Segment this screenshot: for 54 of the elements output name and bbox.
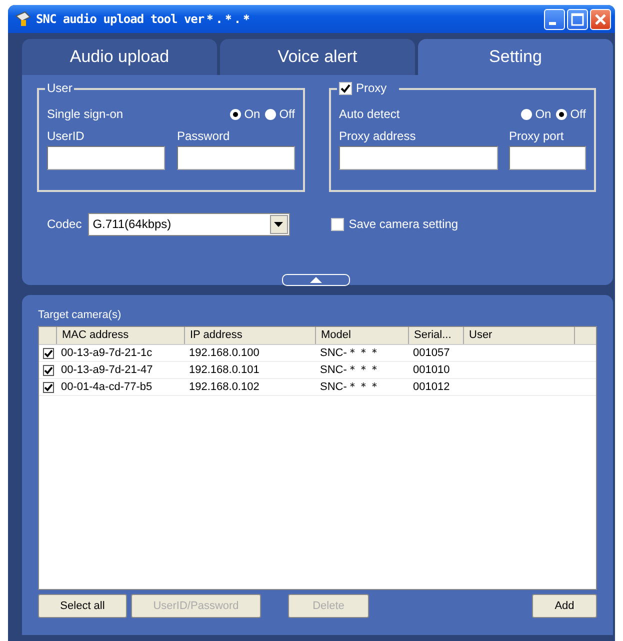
caret-icon [274, 222, 284, 226]
column-header[interactable]: Model [316, 327, 409, 344]
field-label: Auto detect [339, 107, 400, 121]
collapse-button[interactable] [282, 274, 350, 286]
field-label: UserID [47, 129, 86, 143]
column-header[interactable]: Serial... [409, 327, 464, 344]
section-label: Target camera(s) [38, 309, 122, 321]
userid-field[interactable] [47, 146, 165, 170]
table-cell-text: SNC-＊＊＊ [319, 346, 381, 361]
radio-button[interactable]: Off [556, 107, 586, 121]
column-header[interactable]: MAC address [57, 327, 185, 344]
field-label: Single sign-on [47, 107, 124, 121]
proxy-checkbox[interactable]: Proxy [337, 81, 399, 95]
action-button[interactable]: Add [532, 594, 597, 618]
column-header[interactable]: User [464, 327, 575, 344]
table-cell-text: 00-13-a9-7d-21-1c [60, 346, 154, 361]
table-cell-text: 192.168.0.100 [188, 346, 260, 361]
close-button[interactable] [590, 8, 611, 30]
radio-button[interactable]: On [230, 107, 260, 121]
save-camera-checkbox[interactable]: Save camera setting [330, 217, 458, 231]
action-button[interactable]: Select all [38, 594, 127, 618]
table-cell-text: 001012 [412, 380, 451, 395]
codec-dropdown[interactable]: G.711(64kbps) [88, 212, 290, 236]
radio-button[interactable]: Off [265, 107, 295, 121]
field-label: Password [177, 129, 231, 143]
tab[interactable]: Setting [418, 39, 613, 75]
tab[interactable]: Voice alert [220, 39, 415, 75]
table-cell-text: SNC-＊＊＊ [319, 380, 381, 395]
minimize-button[interactable] [544, 8, 565, 30]
proxy-address-field[interactable] [339, 146, 498, 170]
table-cell-text: 192.168.0.102 [188, 380, 260, 395]
column-header[interactable]: IP address [185, 327, 316, 344]
tab[interactable]: Audio upload [22, 39, 217, 75]
table-cell-text: SNC-＊＊＊ [319, 363, 381, 378]
window-title: SNC audio upload tool ver＊.＊.＊ [36, 10, 254, 28]
table-cell-text: 001010 [412, 363, 451, 378]
maximize-button[interactable] [567, 8, 588, 30]
table-cell-text: 00-13-a9-7d-21-47 [60, 363, 154, 378]
password-field[interactable] [177, 146, 295, 170]
field-label: Codec [47, 217, 82, 231]
row-checkbox[interactable] [43, 348, 54, 358]
field-label: Proxy address [339, 129, 417, 143]
radio-button[interactable]: On [521, 107, 552, 121]
table-cell-text: 192.168.0.101 [188, 363, 260, 378]
row-checkbox[interactable] [43, 382, 54, 392]
field-label: Proxy port [509, 129, 565, 143]
up-arrow-icon [310, 277, 322, 283]
table-cell-text: 00-01-4a-cd-77-b5 [60, 380, 154, 395]
row-checkbox[interactable] [43, 364, 54, 376]
checkmark-icon [340, 82, 351, 94]
minimize-icon [549, 22, 556, 24]
group-label: User [45, 81, 74, 95]
table-cell-text: 001057 [412, 346, 451, 361]
proxy-port-field[interactable] [509, 146, 586, 170]
